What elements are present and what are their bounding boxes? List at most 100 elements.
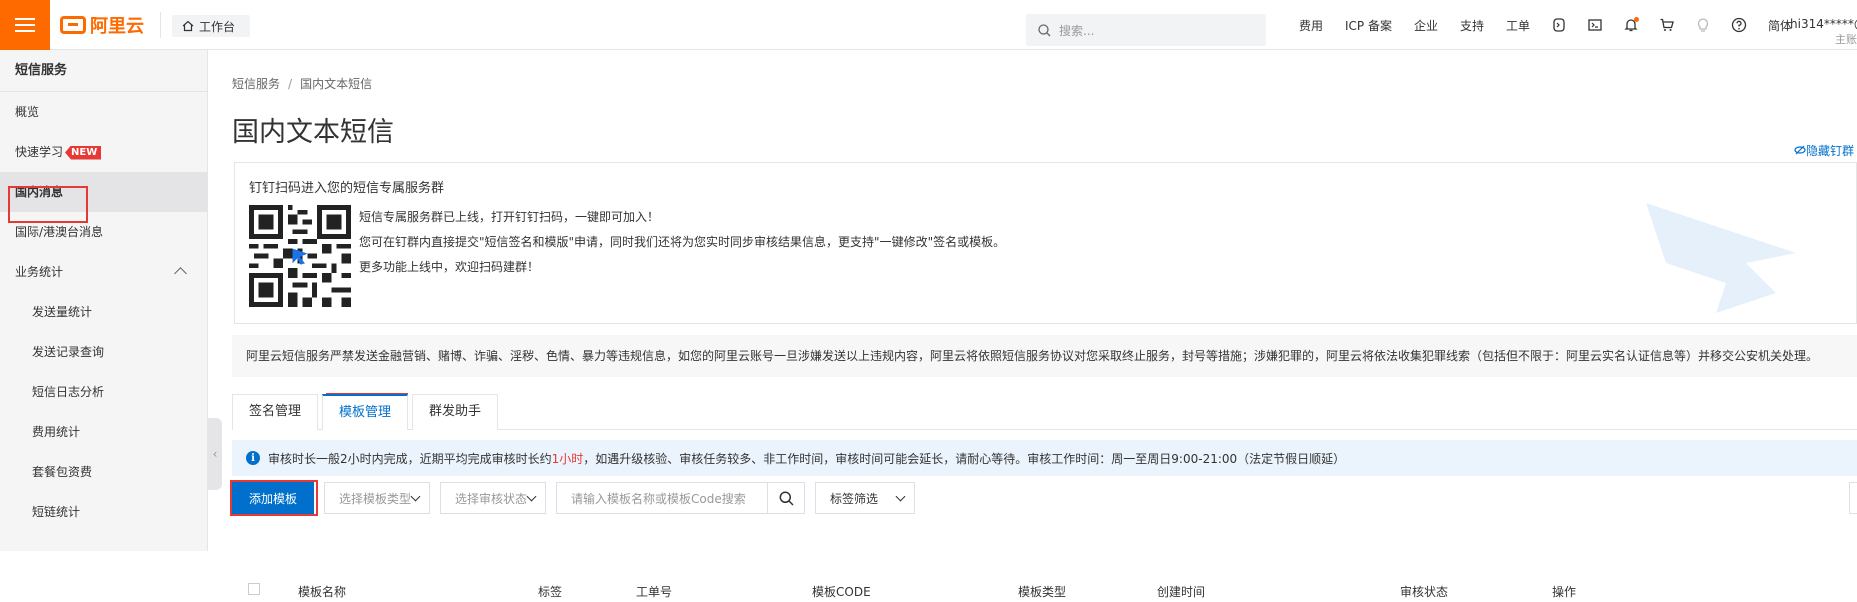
- select-all-checkbox[interactable]: [248, 583, 260, 595]
- dingtalk-card-title: 钉钉扫码进入您的短信专属服务群: [249, 181, 445, 196]
- cloudshell-icon[interactable]: [1541, 0, 1577, 50]
- column-header: 审核状态: [1400, 585, 1449, 599]
- breadcrumb-item: 国内文本短信: [300, 77, 373, 91]
- tag-filter-button[interactable]: 标签筛选: [815, 482, 915, 514]
- eye-slash-icon: [1794, 145, 1806, 155]
- tab-bar: 签名管理 模板管理 群发助手: [232, 394, 1857, 430]
- search-input[interactable]: 搜索...: [1026, 14, 1266, 46]
- cart-icon[interactable]: [1649, 0, 1685, 50]
- compliance-notice: 阿里云短信服务严禁发送金融营销、赌博、诈骗、淫秽、色情、暴力等违规信息，如您的阿…: [232, 335, 1857, 377]
- table-header: 模板名称 标签 工单号 模板CODE 模板类型 创建时间 审核状态 操作: [232, 578, 1857, 602]
- chevron-left-icon: ‹: [212, 447, 218, 461]
- sidebar-item-label: 业务统计: [15, 265, 64, 279]
- search-icon: [779, 491, 794, 506]
- sidebar-item-label: 短链统计: [32, 505, 81, 519]
- bell-icon[interactable]: [1613, 0, 1649, 50]
- sidebar-item-log-analysis[interactable]: 短信日志分析: [0, 372, 207, 412]
- template-search-button[interactable]: [767, 482, 805, 514]
- nav-ticket[interactable]: 工单: [1495, 0, 1541, 50]
- main-content: 短信服务 / 国内文本短信 国内文本短信 隐藏钉群 钉钉扫码进入您的短信专属服务群 …: [232, 50, 1857, 599]
- sidebar-item-label: 快速学习: [15, 145, 64, 159]
- nav-icp[interactable]: ICP 备案: [1334, 0, 1403, 50]
- tab-template[interactable]: 模板管理: [322, 394, 409, 430]
- user-account[interactable]: hi314*****@ 主账: [1790, 16, 1857, 48]
- column-header: 标签: [538, 585, 563, 599]
- search-icon: [1038, 23, 1051, 36]
- nav-fees[interactable]: 费用: [1288, 0, 1334, 50]
- info-text-part: 审核时长一般2小时内完成，近期平均完成审核时长约: [268, 451, 552, 466]
- breadcrumb-item[interactable]: 短信服务: [232, 77, 280, 91]
- dingtalk-line: 您可在钉群内直接提交"短信签名和模版"申请，同时我们还将为您实时同步审核结果信息…: [359, 235, 1006, 249]
- chevron-down-icon: [895, 491, 906, 501]
- column-header: 创建时间: [1157, 585, 1206, 599]
- review-status-select[interactable]: 选择审核状态: [440, 482, 546, 514]
- sidebar-item-label: 概览: [15, 105, 40, 119]
- dingtalk-card-text: 短信专属服务群已上线，打开钉钉扫码，一键即可加入！ 您可在钉群内直接提交"短信签…: [359, 205, 1005, 280]
- breadcrumb: 短信服务 / 国内文本短信: [232, 75, 372, 92]
- column-header: 操作: [1552, 585, 1577, 599]
- highlight-box: [8, 186, 88, 223]
- page-title: 国内文本短信: [232, 117, 394, 148]
- column-header: 工单号: [636, 585, 673, 599]
- chevron-down-icon: [526, 491, 537, 501]
- lightbulb-icon[interactable]: [1685, 0, 1721, 50]
- nav-enterprise[interactable]: 企业: [1403, 0, 1449, 50]
- column-header: 模板类型: [1018, 585, 1067, 599]
- nav-support[interactable]: 支持: [1449, 0, 1495, 50]
- sidebar-item-label: 发送记录查询: [32, 345, 105, 359]
- select-placeholder: 选择审核状态: [455, 491, 528, 506]
- hide-group-link[interactable]: 隐藏钉群: [1794, 142, 1854, 159]
- select-placeholder: 选择模板类型: [339, 491, 412, 506]
- sidebar-item-label: 国际/港澳台消息: [15, 225, 104, 239]
- sidebar-item-package-pricing[interactable]: 套餐包资费: [0, 452, 207, 492]
- tag-filter-label: 标签筛选: [830, 491, 879, 506]
- info-icon: i: [246, 451, 260, 465]
- menu-icon[interactable]: [0, 0, 50, 50]
- new-badge: NEW: [65, 145, 102, 160]
- review-info-banner: i 审核时长一般2小时内完成，近期平均完成审核时长约1小时，如遇升级核验、审核任…: [232, 440, 1857, 476]
- template-toolbar: 添加模板 选择模板类型 选择审核状态 请输入模板名称或模板Code搜索 标签筛选: [232, 482, 915, 514]
- workbench-button[interactable]: 工作台: [172, 15, 250, 37]
- sidebar-item-send-records[interactable]: 发送记录查询: [0, 332, 207, 372]
- aliyun-logo-icon: [60, 16, 86, 34]
- sidebar-item-label: 套餐包资费: [32, 465, 93, 479]
- sidebar-group-stats[interactable]: 业务统计: [0, 252, 207, 292]
- top-bar: 阿里云 工作台 搜索... 费用 ICP 备案 企业 支持 工单 简体 hi31…: [0, 0, 1857, 50]
- sidebar: 短信服务 概览 快速学习 NEW 国内消息 国际/港澳台消息 业务统计 发送量统计…: [0, 50, 208, 551]
- dingtalk-line: 更多功能上线中，欢迎扫码建群！: [359, 260, 540, 274]
- tab-signature[interactable]: 签名管理: [232, 394, 319, 430]
- tab-bulk-send[interactable]: 群发助手: [412, 394, 499, 430]
- user-role: 主账: [1835, 33, 1857, 46]
- hide-group-label: 隐藏钉群: [1806, 144, 1855, 158]
- sidebar-collapse-toggle[interactable]: ‹: [208, 418, 222, 490]
- column-header: 模板CODE: [812, 585, 871, 599]
- info-highlight: 1小时: [551, 451, 584, 466]
- breadcrumb-separator: /: [288, 77, 293, 91]
- divider: [160, 12, 161, 38]
- user-name: hi314*****@: [1790, 17, 1857, 31]
- sidebar-item-send-volume[interactable]: 发送量统计: [0, 292, 207, 332]
- dingtalk-group-card: 钉钉扫码进入您的短信专属服务群 短信专属服务群已上线，打开钉钉扫码，一键即可加入…: [234, 162, 1857, 324]
- toolbar-right-control[interactable]: [1849, 482, 1857, 514]
- column-header: 模板名称: [298, 585, 347, 599]
- sidebar-item-overview[interactable]: 概览: [0, 92, 207, 132]
- logo-text: 阿里云: [90, 16, 144, 37]
- template-type-select[interactable]: 选择模板类型: [324, 482, 430, 514]
- review-info-text: 审核时长一般2小时内完成，近期平均完成审核时长约1小时，如遇升级核验、审核任务较…: [268, 450, 1345, 467]
- sidebar-item-quick-learn[interactable]: 快速学习 NEW: [0, 132, 207, 172]
- sidebar-item-shortlink-stats[interactable]: 短链统计: [0, 492, 207, 532]
- qr-code-icon: [249, 205, 351, 307]
- help-icon[interactable]: [1721, 0, 1757, 50]
- workbench-label: 工作台: [199, 19, 236, 34]
- dingtalk-watermark-icon: [1646, 203, 1796, 313]
- top-nav: 费用 ICP 备案 企业 支持 工单 简体: [1288, 0, 1803, 50]
- add-template-button[interactable]: 添加模板: [232, 482, 314, 514]
- terminal-icon[interactable]: [1577, 0, 1613, 50]
- search-placeholder: 请输入模板名称或模板Code搜索: [571, 491, 746, 506]
- sidebar-item-label: 费用统计: [32, 425, 81, 439]
- aliyun-logo[interactable]: 阿里云: [60, 14, 144, 37]
- template-search-input[interactable]: 请输入模板名称或模板Code搜索: [556, 482, 768, 514]
- sidebar-item-cost-stats[interactable]: 费用统计: [0, 412, 207, 452]
- info-text-part: ，如遇升级核验、审核任务较多、非工作时间，审核时间可能会延长，请耐心等待。审核工…: [583, 451, 1346, 466]
- chevron-down-icon: [410, 491, 421, 501]
